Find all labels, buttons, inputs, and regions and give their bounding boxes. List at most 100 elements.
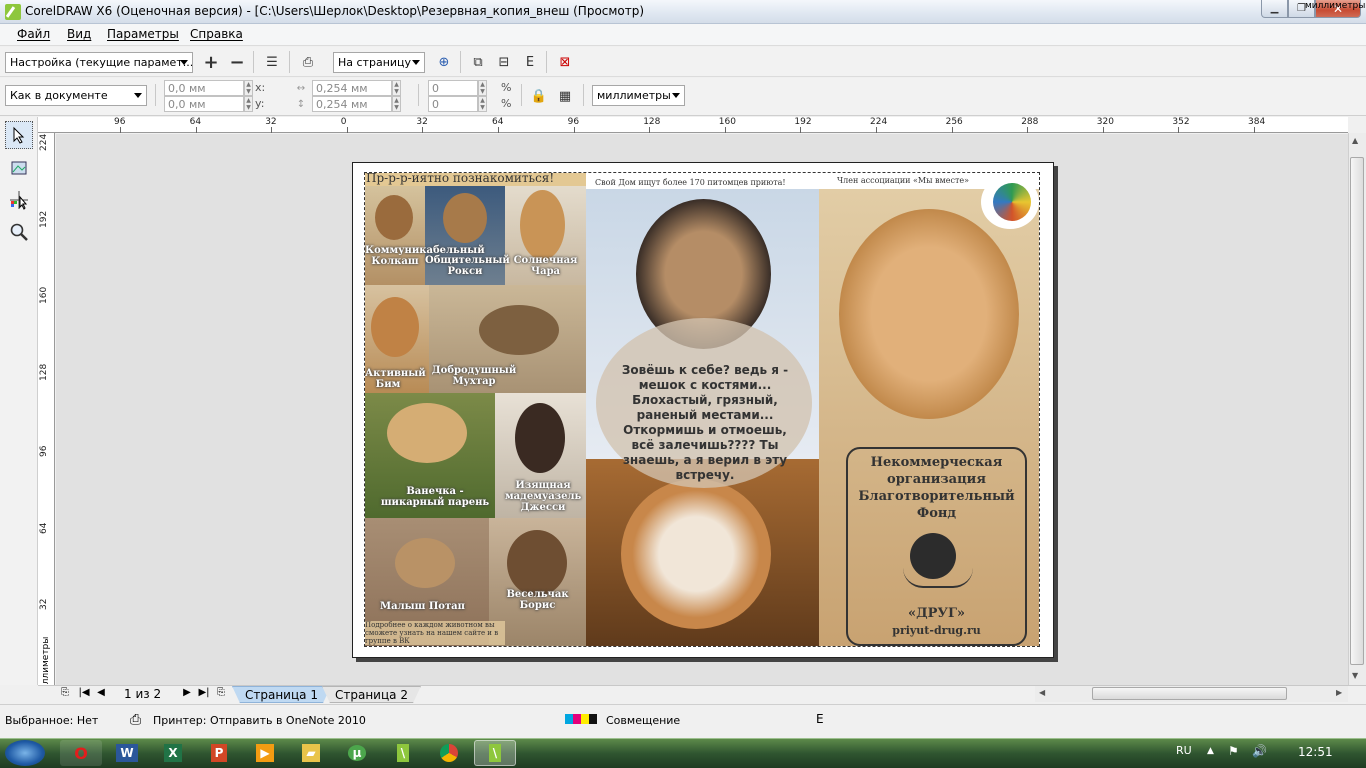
dog-figure — [621, 479, 771, 629]
ruler-tick — [498, 127, 499, 133]
volume-icon[interactable]: 🔊 — [1252, 744, 1267, 758]
dog-figure — [515, 403, 565, 473]
menu-settings[interactable]: Параметры — [107, 27, 179, 41]
menu-view[interactable]: Вид — [67, 27, 91, 41]
units-select[interactable]: миллиметры — [592, 85, 685, 106]
document-info-icon[interactable]: E — [816, 712, 824, 726]
percent-label: % — [501, 97, 512, 110]
page-add-icon[interactable]: ⎘ — [58, 687, 72, 698]
chevron-down-icon — [412, 60, 420, 65]
start-button-icon[interactable] — [5, 740, 45, 766]
footer-note: Подробнее о каждом животном вы сможете у… — [365, 621, 505, 645]
association-logo — [981, 175, 1039, 229]
toolbar-separator — [460, 51, 461, 73]
close-preview-icon[interactable]: ⊠ — [555, 52, 575, 72]
ruler-label: 64 — [189, 117, 202, 127]
tray-expand-icon[interactable]: ▲ — [1207, 746, 1214, 756]
coreldraw-taskbar-icon[interactable]: \ — [382, 740, 424, 766]
add-preset-icon[interactable]: + — [201, 52, 221, 73]
last-page-icon[interactable]: ▶| — [197, 687, 211, 698]
scale-height-field[interactable]: 0 — [428, 96, 478, 112]
ruler-unit-label: миллиметры — [1305, 1, 1366, 11]
imposition-tool-icon[interactable] — [5, 186, 33, 214]
scale-width-field[interactable]: 0 — [428, 80, 478, 96]
document-mode-value: Как в документе — [10, 89, 108, 102]
layout-icon[interactable]: E — [520, 52, 540, 72]
dog-caption: Солнечная Чара — [513, 255, 578, 277]
tab-page-1[interactable]: Страница 1 — [232, 686, 331, 703]
next-page-icon[interactable]: ▶ — [180, 687, 194, 698]
height-spinner[interactable]: ▲ ▼ — [392, 96, 401, 112]
first-page-icon[interactable]: |◀ — [77, 687, 91, 698]
opera-taskbar-icon[interactable]: O — [60, 740, 102, 766]
torrent-taskbar-icon[interactable]: µ — [336, 740, 378, 766]
preset-select[interactable]: Настройка (текущие парамет... — [5, 52, 193, 73]
scroll-right-icon[interactable]: ▶ — [1336, 688, 1342, 697]
media-player-taskbar-icon[interactable]: ▶ — [244, 740, 286, 766]
width-field[interactable]: 0,254 мм — [312, 80, 392, 96]
horizontal-scroll-thumb[interactable] — [1092, 687, 1287, 700]
pos-y-field[interactable]: 0,0 мм — [164, 96, 244, 112]
ruler-label: 0 — [340, 117, 347, 127]
height-icon: ↕ — [296, 98, 306, 110]
height-field[interactable]: 0,254 мм — [312, 96, 392, 112]
language-indicator[interactable]: RU — [1176, 744, 1192, 757]
pos-x-label: x: — [255, 81, 266, 94]
tab-page-2[interactable]: Страница 2 — [322, 686, 421, 703]
vertical-scroll-thumb[interactable] — [1350, 157, 1364, 665]
dog-caption: Общительный Рокси — [425, 255, 510, 277]
powerpoint-taskbar-icon[interactable]: P — [198, 740, 240, 766]
ruler-tick — [1102, 127, 1104, 133]
page-add-end-icon[interactable]: ⎘ — [214, 687, 228, 698]
minimize-button[interactable]: ▁ — [1261, 0, 1288, 18]
chevron-down-icon — [134, 93, 142, 98]
menu-help[interactable]: Справка — [190, 27, 243, 41]
chevron-down-icon — [180, 60, 188, 65]
checklist-icon[interactable]: ☰ — [262, 52, 282, 72]
ruler-tick — [573, 127, 575, 133]
ruler-label: 128 — [643, 117, 661, 127]
chrome-taskbar-icon[interactable] — [428, 740, 470, 766]
preset-select-value: Настройка (текущие парамет... — [10, 56, 193, 69]
width-spinner[interactable]: ▲ ▼ — [392, 80, 401, 96]
pos-y-spinner[interactable]: ▲ ▼ — [244, 96, 253, 112]
org-title-line: Благотворительный — [858, 489, 1015, 504]
print-icon[interactable]: ⎙ — [298, 52, 318, 72]
word-taskbar-icon[interactable]: W — [106, 740, 148, 766]
ruler-tick — [800, 127, 802, 133]
scale-height-spinner[interactable]: ▲ ▼ — [478, 96, 487, 112]
copies-icon[interactable]: ⧉ — [468, 52, 488, 72]
scale-width-spinner[interactable]: ▲ ▼ — [478, 80, 487, 96]
toolbar-separator — [583, 84, 584, 106]
remove-preset-icon[interactable]: − — [227, 52, 247, 73]
system-clock[interactable]: 12:51 — [1298, 745, 1333, 759]
menu-file[interactable]: Файл — [17, 27, 50, 41]
association-logo-icon — [993, 183, 1031, 221]
position-grid-icon[interactable]: ▦ — [555, 86, 575, 106]
scroll-up-icon[interactable]: ▲ — [1352, 136, 1358, 145]
ruler-tick — [649, 127, 651, 133]
document-mode-select[interactable]: Как в документе — [5, 85, 147, 106]
prev-page-icon[interactable]: ◀ — [94, 687, 108, 698]
pos-x-spinner[interactable]: ▲ ▼ — [244, 80, 253, 96]
scroll-left-icon[interactable]: ◀ — [1039, 688, 1045, 697]
ruler-label: 160 — [718, 117, 736, 127]
ruler-label: 320 — [1096, 117, 1114, 127]
file-explorer-taskbar-icon[interactable]: ▰ — [290, 740, 332, 766]
fit-page-icon[interactable]: ⊕ — [434, 52, 454, 72]
pick-tool-icon[interactable] — [5, 121, 33, 149]
lock-icon[interactable]: 🔒 — [529, 86, 549, 106]
margins-icon[interactable]: ⊟ — [494, 52, 514, 72]
coreldraw-active-taskbar-icon[interactable]: \ — [474, 740, 516, 766]
action-center-icon[interactable]: ⚑ — [1228, 744, 1239, 758]
pos-x-field[interactable]: 0,0 мм — [164, 80, 244, 96]
scroll-down-icon[interactable]: ▼ — [1352, 671, 1358, 680]
zoom-tool-icon[interactable] — [5, 218, 33, 246]
excel-taskbar-icon[interactable]: X — [152, 740, 194, 766]
ruler-label: 64 — [39, 522, 49, 534]
units-value: миллиметры — [597, 89, 671, 102]
dog-caption: Изящная мадемуазель Джесси — [505, 480, 582, 513]
image-placement-icon[interactable] — [5, 154, 33, 182]
overprint-status: Совмещение — [606, 714, 681, 727]
zoom-mode-select[interactable]: На страницу — [333, 52, 425, 73]
